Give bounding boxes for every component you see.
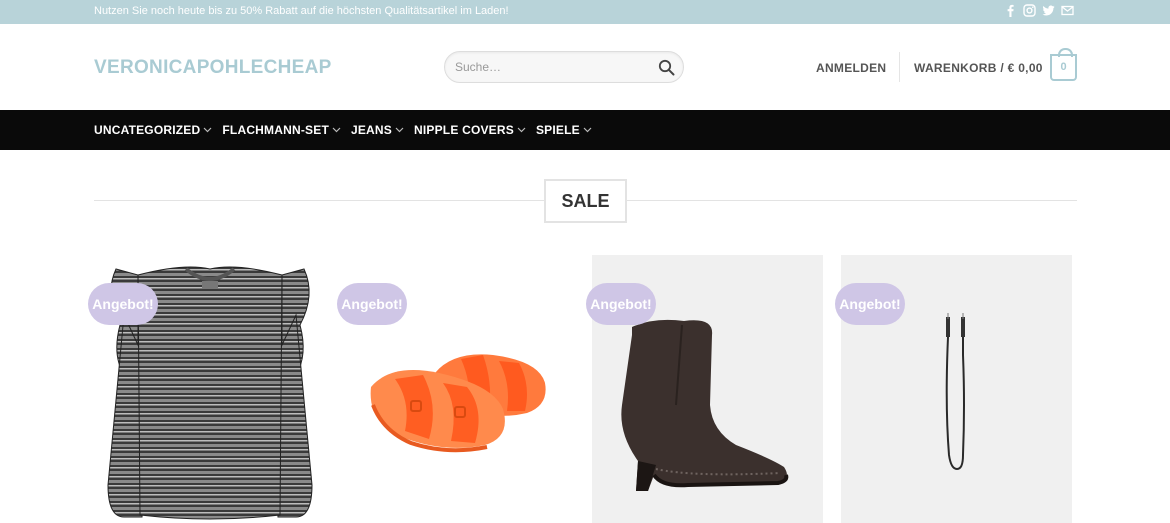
header-divider — [899, 52, 900, 82]
search-icon[interactable] — [658, 59, 675, 76]
cart-count-badge[interactable]: 0 — [1050, 48, 1077, 81]
chevron-down-icon — [517, 127, 526, 133]
sale-badge: Angebot! — [337, 283, 407, 325]
nav-item-uncategorized[interactable]: UNCATEGORIZED — [94, 123, 212, 137]
sale-badge: Angebot! — [88, 283, 158, 325]
section-divider-right — [627, 200, 1077, 201]
social-links — [1004, 4, 1074, 17]
section-divider-left — [94, 200, 544, 201]
main-navigation: UNCATEGORIZED FLACHMANN-SET JEANS NIPPLE… — [0, 110, 1170, 150]
search-input[interactable] — [455, 60, 645, 74]
sale-badge: Angebot! — [586, 283, 656, 325]
nav-item-nipple-covers[interactable]: NIPPLE COVERS — [414, 123, 526, 137]
chevron-down-icon — [332, 127, 341, 133]
nav-item-label: NIPPLE COVERS — [414, 123, 514, 137]
site-logo[interactable]: VERONICAPOHLECHEAP — [94, 57, 332, 79]
login-link[interactable]: ANMELDEN — [816, 61, 886, 75]
nav-item-flachmann-set[interactable]: FLACHMANN-SET — [222, 123, 341, 137]
site-header: VERONICAPOHLECHEAP ANMELDEN WARENKORB / … — [0, 24, 1170, 110]
facebook-icon[interactable] — [1004, 4, 1017, 17]
nav-item-label: JEANS — [350, 123, 392, 137]
nav-item-spiele[interactable]: SPIELE — [536, 123, 592, 137]
envelope-icon[interactable] — [1061, 4, 1074, 17]
instagram-icon[interactable] — [1023, 4, 1036, 17]
nav-item-label: SPIELE — [535, 123, 580, 137]
chevron-down-icon — [583, 127, 592, 133]
sale-badge: Angebot! — [835, 283, 905, 325]
nav-item-jeans[interactable]: JEANS — [351, 123, 404, 137]
chevron-down-icon — [203, 127, 212, 133]
top-bar: Nutzen Sie noch heute bis zu 50% Rabatt … — [0, 0, 1170, 24]
cart-link[interactable]: WARENKORB / € 0,00 — [914, 61, 1043, 75]
search-box — [444, 51, 684, 83]
nav-item-label: UNCATEGORIZED — [94, 123, 201, 137]
section-title: SALE — [544, 179, 627, 223]
promo-message: Nutzen Sie noch heute bis zu 50% Rabatt … — [94, 5, 509, 17]
twitter-icon[interactable] — [1042, 4, 1055, 17]
chevron-down-icon — [395, 127, 404, 133]
nav-item-label: FLACHMANN-SET — [222, 123, 329, 137]
